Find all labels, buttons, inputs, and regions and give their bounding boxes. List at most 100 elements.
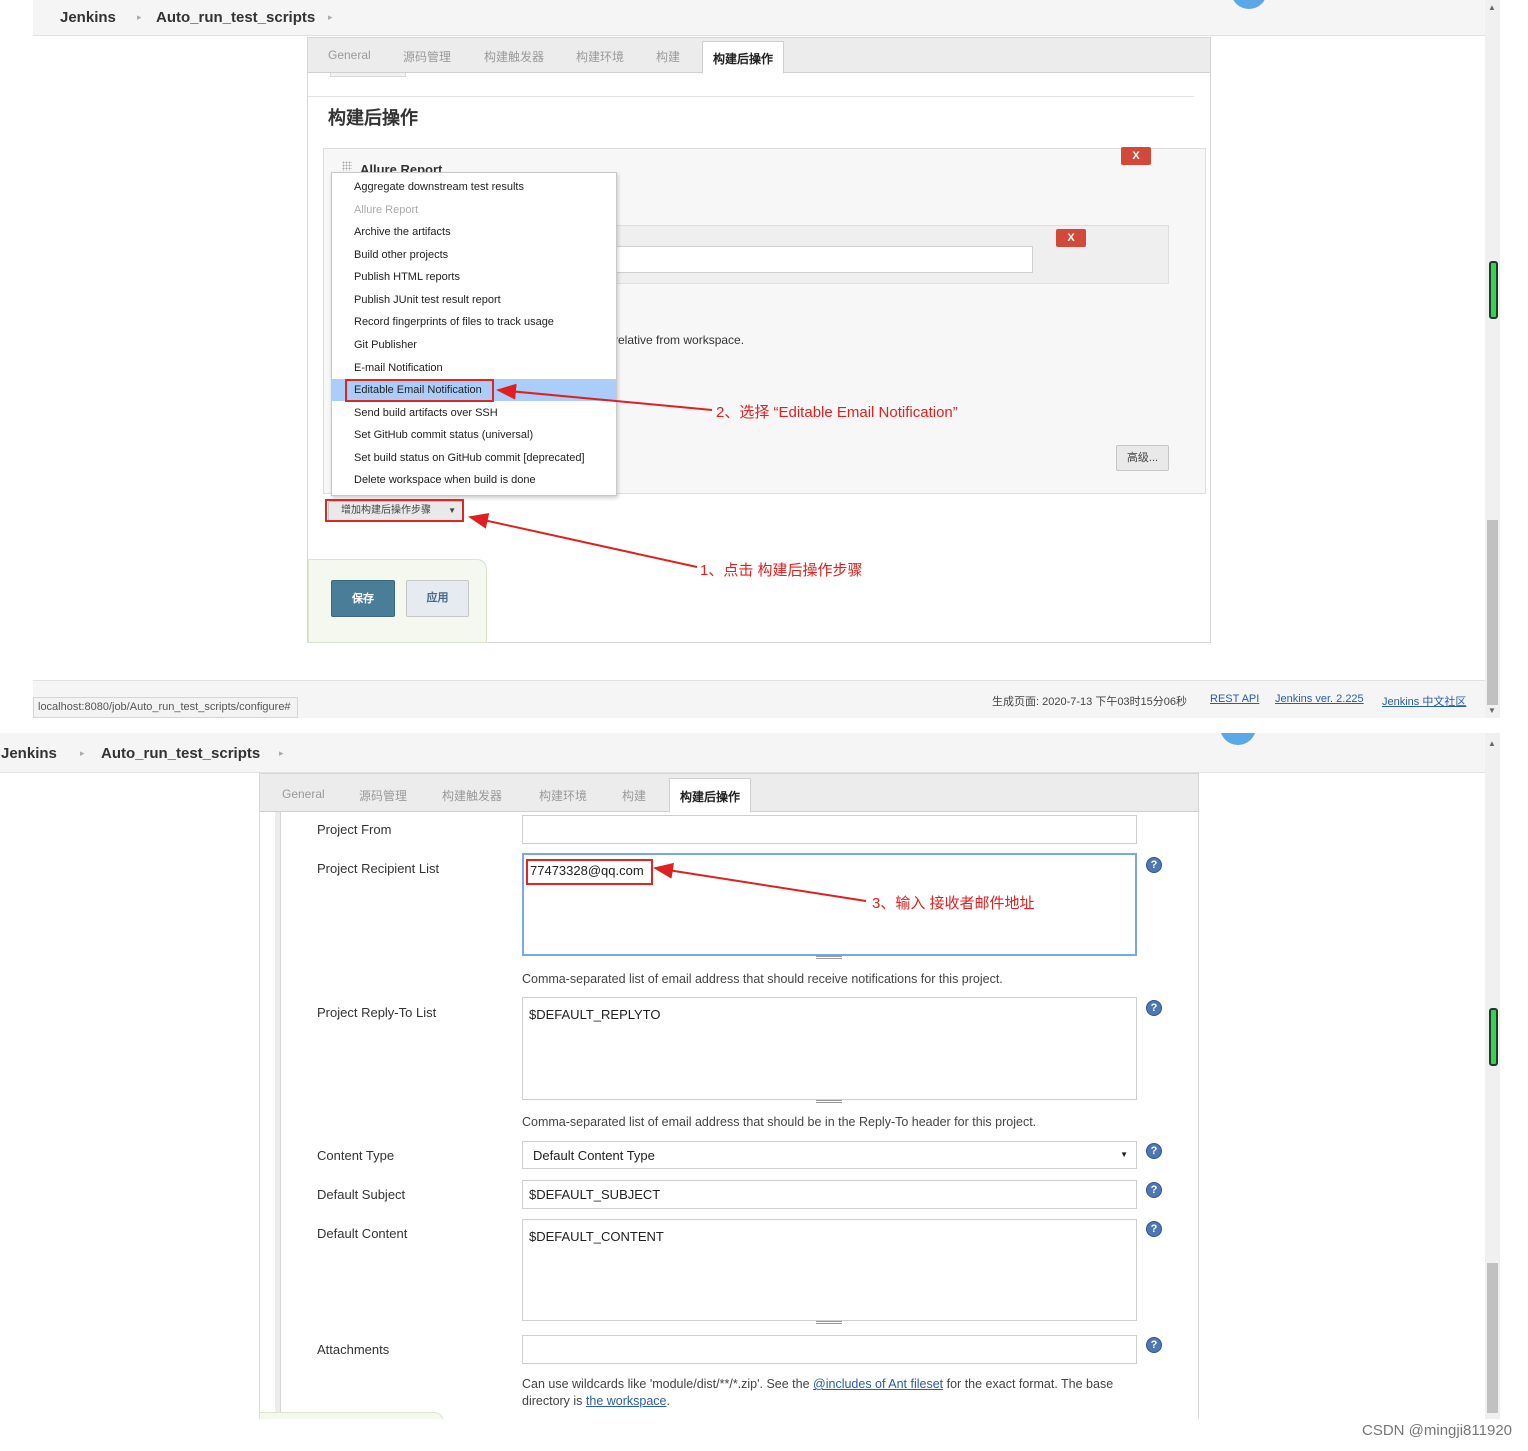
scroll-up-icon[interactable]: ▲	[1488, 3, 1496, 12]
attachments-input[interactable]	[522, 1335, 1137, 1364]
csdn-watermark: CSDN @mingji811920	[1361, 1422, 1512, 1439]
screenshot-bottom: Jenkins ▸ Auto_run_test_scripts ▸ Genera…	[0, 733, 1528, 1419]
ant-fileset-link[interactable]: @includes of Ant fileset	[813, 1377, 943, 1391]
textarea-resize-grip[interactable]	[816, 956, 842, 959]
add-post-build-step-button[interactable]: 增加构建后操作步骤 ▼	[328, 501, 463, 521]
breadcrumb-bar: Jenkins ▸ Auto_run_test_scripts ▸	[33, 0, 1485, 36]
footer-community-link[interactable]: Jenkins 中文社区	[1382, 693, 1466, 709]
textarea-resize-grip-2[interactable]	[816, 1100, 842, 1103]
help-icon-attachments[interactable]: ?	[1146, 1337, 1162, 1353]
delete-step-button[interactable]: X	[1121, 147, 1151, 165]
config-tabs: General 源码管理 构建触发器 构建环境 构建 构建后操作	[308, 38, 1210, 74]
menu-item-build-other-projects[interactable]: Build other projects	[332, 244, 616, 266]
annotation-step-3: 3、输入 接收者邮件地址	[872, 895, 1035, 912]
drag-handle-icon[interactable]	[342, 161, 352, 171]
default-subject-input[interactable]: $DEFAULT_SUBJECT	[522, 1180, 1137, 1209]
breadcrumb-dropdown-icon[interactable]: ▸	[328, 12, 333, 23]
status-bar-url: localhost:8080/job/Auto_run_test_scripts…	[33, 697, 298, 718]
footer-version-link[interactable]: Jenkins ver. 2.225	[1275, 693, 1364, 705]
section-title: 构建后操作	[328, 108, 418, 128]
recipient-list-textarea[interactable]: 77473328@qq.com	[522, 853, 1137, 956]
annotation-step-1: 1、点击 构建后操作步骤	[700, 562, 863, 579]
content-type-select[interactable]: Default Content Type ▼	[522, 1141, 1137, 1169]
scrollbar-thumb-2[interactable]	[1487, 1263, 1498, 1413]
side-widget-tab[interactable]	[1489, 261, 1498, 319]
side-widget-tab-2[interactable]	[1489, 1008, 1498, 1066]
recipient-list-value: 77473328@qq.com	[530, 863, 644, 878]
textarea-resize-grip-3[interactable]	[816, 1321, 842, 1324]
breadcrumb-dropdown-icon-2[interactable]: ▸	[279, 748, 284, 759]
tab-triggers-2[interactable]: 构建触发器	[442, 787, 502, 804]
help-icon-recipient[interactable]: ?	[1146, 857, 1162, 873]
reply-to-description: Comma-separated list of email address th…	[522, 1115, 1037, 1129]
menu-item-send-ssh[interactable]: Send build artifacts over SSH	[332, 402, 616, 424]
menu-item-editable-email[interactable]: Editable Email Notification	[332, 379, 616, 401]
menu-item-aggregate-downstream[interactable]: Aggregate downstream test results	[332, 176, 616, 198]
help-icon-content-type[interactable]: ?	[1146, 1143, 1162, 1159]
menu-item-publish-junit[interactable]: Publish JUnit test result report	[332, 289, 616, 311]
window-scrollbar[interactable]: ▲ ▼	[1485, 0, 1500, 718]
menu-item-publish-html[interactable]: Publish HTML reports	[332, 266, 616, 288]
help-icon-reply-to[interactable]: ?	[1146, 1000, 1162, 1016]
help-icon-content[interactable]: ?	[1146, 1221, 1162, 1237]
default-content-value: $DEFAULT_CONTENT	[529, 1229, 664, 1244]
reply-to-value: $DEFAULT_REPLYTO	[529, 1007, 661, 1022]
menu-item-git-publisher[interactable]: Git Publisher	[332, 334, 616, 356]
tab-source-2[interactable]: 源码管理	[359, 787, 407, 804]
breadcrumb-bar-2: Jenkins ▸ Auto_run_test_scripts ▸	[0, 733, 1485, 773]
results-path-input[interactable]	[575, 246, 1033, 273]
window-scrollbar-2[interactable]: ▲	[1485, 733, 1500, 1419]
apply-button[interactable]: 应用	[406, 580, 469, 617]
screenshot-top: Jenkins ▸ Auto_run_test_scripts ▸ Genera…	[0, 0, 1528, 718]
breadcrumb-job[interactable]: Auto_run_test_scripts	[156, 9, 315, 26]
annotation-step-2: 2、选择 “Editable Email Notification”	[716, 404, 958, 421]
dropdown-arrow-icon: ▼	[448, 506, 456, 515]
floating-status-icon	[1231, 0, 1267, 9]
footer-rest-api-link[interactable]: REST API	[1210, 693, 1259, 705]
tab-build[interactable]: 构建	[656, 48, 680, 65]
advanced-button[interactable]: 高级...	[1116, 445, 1169, 471]
relative-workspace-text: relative from workspace.	[614, 333, 745, 347]
label-attachments: Attachments	[317, 1342, 390, 1357]
recipient-list-description: Comma-separated list of email address th…	[522, 972, 1003, 986]
menu-item-github-build-status[interactable]: Set build status on GitHub commit [depre…	[332, 447, 616, 469]
floating-status-icon-2	[1220, 733, 1256, 745]
workspace-link[interactable]: the workspace	[586, 1394, 667, 1408]
nested-section-gutter	[275, 812, 281, 1419]
menu-item-archive-artifacts[interactable]: Archive the artifacts	[332, 221, 616, 243]
label-default-subject: Default Subject	[317, 1187, 406, 1202]
select-caret-icon: ▼	[1120, 1150, 1128, 1159]
tab-post-build[interactable]: 构建后操作	[702, 41, 785, 74]
tab-environment-2[interactable]: 构建环境	[539, 787, 587, 804]
tab-triggers[interactable]: 构建触发器	[484, 48, 544, 65]
partial-tab-remnant	[330, 73, 406, 77]
tab-post-build-2[interactable]: 构建后操作	[669, 778, 752, 813]
tab-build-2[interactable]: 构建	[622, 787, 646, 804]
bottom-button-bar-edge	[259, 1412, 444, 1419]
section-divider	[308, 96, 1194, 97]
tab-source[interactable]: 源码管理	[403, 48, 451, 65]
project-from-input[interactable]	[522, 815, 1137, 844]
breadcrumb-jenkins[interactable]: Jenkins	[60, 9, 116, 26]
tab-general[interactable]: General	[328, 48, 371, 62]
menu-item-record-fingerprints[interactable]: Record fingerprints of files to track us…	[332, 311, 616, 333]
tab-environment[interactable]: 构建环境	[576, 48, 624, 65]
menu-item-delete-workspace[interactable]: Delete workspace when build is done	[332, 469, 616, 491]
tab-general-2[interactable]: General	[282, 787, 325, 801]
delete-result-button[interactable]: X	[1056, 229, 1086, 247]
help-icon-subject[interactable]: ?	[1146, 1182, 1162, 1198]
scrollbar-thumb[interactable]	[1487, 520, 1498, 705]
breadcrumb-separator-icon-2: ▸	[80, 748, 85, 758]
breadcrumb-job-2[interactable]: Auto_run_test_scripts	[101, 745, 260, 762]
scroll-up-icon-2[interactable]: ▲	[1488, 739, 1496, 748]
default-content-textarea[interactable]: $DEFAULT_CONTENT	[522, 1219, 1137, 1321]
menu-item-allure-report: Allure Report	[354, 204, 419, 216]
label-reply-to: Project Reply-To List	[317, 1005, 437, 1020]
reply-to-textarea[interactable]: $DEFAULT_REPLYTO	[522, 997, 1137, 1100]
menu-item-github-status[interactable]: Set GitHub commit status (universal)	[332, 424, 616, 446]
breadcrumb-jenkins-2[interactable]: Jenkins	[1, 745, 57, 762]
save-button[interactable]: 保存	[331, 580, 395, 617]
results-subsection: X	[574, 225, 1169, 284]
menu-item-email-notification[interactable]: E-mail Notification	[332, 357, 616, 379]
scroll-down-icon[interactable]: ▼	[1488, 706, 1496, 715]
